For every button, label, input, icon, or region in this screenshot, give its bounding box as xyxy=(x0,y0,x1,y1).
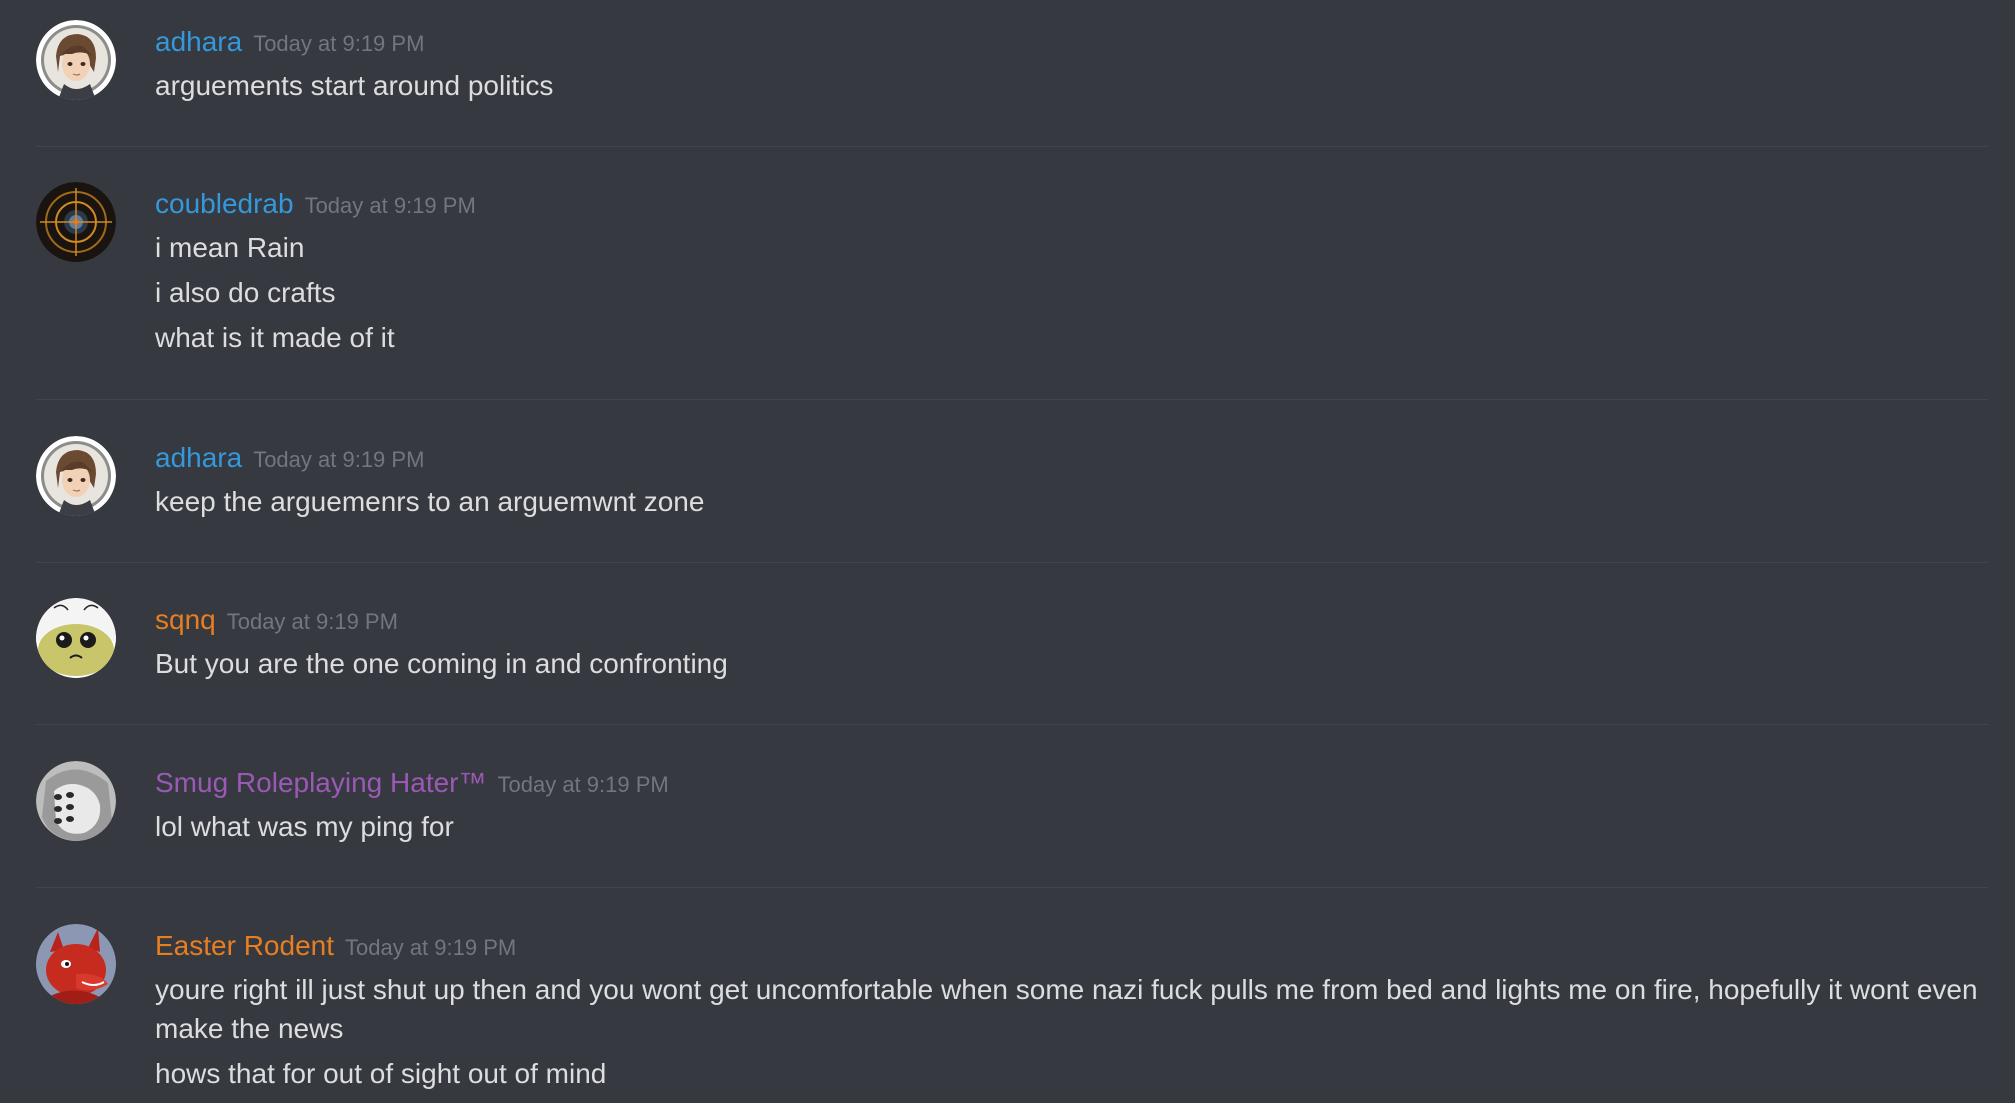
message-divider xyxy=(36,724,1988,725)
message-text: arguements start around politics xyxy=(155,70,554,101)
glowing-eye-avatar-icon xyxy=(36,182,116,262)
username[interactable]: coubledrab xyxy=(155,182,294,226)
message-content: adhara Today at 9:19 PM arguements start… xyxy=(155,20,1988,111)
message-divider xyxy=(36,399,1988,400)
username[interactable]: adhara xyxy=(155,20,242,64)
user-avatar[interactable] xyxy=(36,761,116,841)
anime-girl-avatar-icon xyxy=(36,20,116,100)
username[interactable]: adhara xyxy=(155,436,242,480)
message-text: But you are the one coming in and confro… xyxy=(155,648,728,679)
timestamp: Today at 9:19 PM xyxy=(253,31,425,56)
timestamp: Today at 9:19 PM xyxy=(497,772,669,797)
username[interactable]: Easter Rodent xyxy=(155,924,334,968)
timestamp: Today at 9:19 PM xyxy=(345,935,517,960)
message-header: sqnq Today at 9:19 PM xyxy=(155,598,1988,644)
anime-girl-avatar-icon xyxy=(36,436,116,516)
red-dragon-avatar-icon xyxy=(36,924,116,1004)
message-text: hows that for out of sight out of mind xyxy=(155,1058,607,1089)
timestamp: Today at 9:19 PM xyxy=(226,609,398,634)
message-divider xyxy=(36,887,1988,888)
chat-message-list: adhara Today at 9:19 PM arguements start… xyxy=(0,0,2015,1103)
message-text: keep the arguemenrs to an arguemwnt zone xyxy=(155,486,705,517)
many-eyes-avatar-icon xyxy=(36,761,116,841)
user-avatar[interactable] xyxy=(36,924,116,1004)
user-avatar[interactable] xyxy=(36,598,116,678)
user-avatar[interactable] xyxy=(36,436,116,516)
message-text: i mean Rain xyxy=(155,232,305,263)
message-text: lol what was my ping for xyxy=(155,811,454,842)
message-header: Easter Rodent Today at 9:19 PM xyxy=(155,924,1988,970)
user-avatar[interactable] xyxy=(36,20,116,100)
username[interactable]: Smug Roleplaying Hater™ xyxy=(155,761,487,805)
message-text: what is it made of it xyxy=(155,322,395,353)
message-header: Smug Roleplaying Hater™ Today at 9:19 PM xyxy=(155,761,1988,807)
message-divider xyxy=(36,562,1988,563)
username[interactable]: sqnq xyxy=(155,598,216,642)
message-header: adhara Today at 9:19 PM xyxy=(155,20,1988,66)
message-content: sqnq Today at 9:19 PM But you are the on… xyxy=(155,598,1988,689)
message-content: coubledrab Today at 9:19 PM i mean Rain … xyxy=(155,182,1988,363)
user-avatar[interactable] xyxy=(36,182,116,262)
message-text: youre right ill just shut up then and yo… xyxy=(155,974,1978,1044)
cartoon-bug-avatar-icon xyxy=(36,598,116,678)
message-header: coubledrab Today at 9:19 PM xyxy=(155,182,1988,228)
message-content: adhara Today at 9:19 PM keep the argueme… xyxy=(155,436,1988,527)
message-content: Smug Roleplaying Hater™ Today at 9:19 PM… xyxy=(155,761,1988,852)
timestamp: Today at 9:19 PM xyxy=(304,193,476,218)
message-header: adhara Today at 9:19 PM xyxy=(155,436,1988,482)
timestamp: Today at 9:19 PM xyxy=(253,447,425,472)
message-content: Easter Rodent Today at 9:19 PM youre rig… xyxy=(155,924,1988,1099)
message-divider xyxy=(36,146,1988,147)
message-text: i also do crafts xyxy=(155,277,336,308)
